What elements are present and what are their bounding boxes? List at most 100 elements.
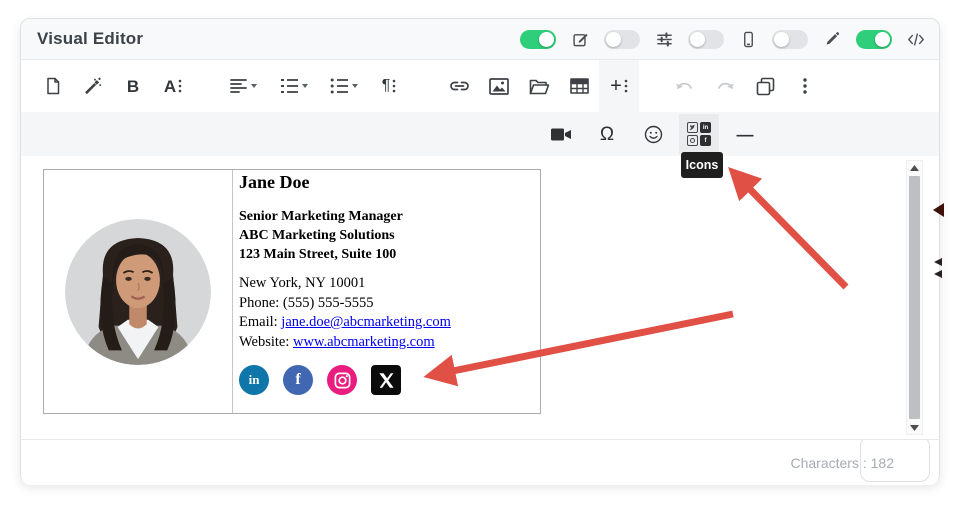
insert-video-button[interactable] (541, 114, 581, 154)
status-bar: Characters : 182 (21, 439, 939, 485)
new-document-icon (43, 76, 63, 96)
signature-phone: Phone: (555) 555-5555 (239, 294, 532, 314)
toggle-settings[interactable] (604, 30, 640, 49)
redo-icon (715, 79, 735, 93)
ordered-list-button[interactable] (269, 60, 319, 112)
instagram-icon[interactable] (327, 365, 357, 395)
chevron-down-icon (301, 83, 309, 89)
clipped-edge-marker (933, 203, 944, 217)
bold-button[interactable]: B (113, 60, 153, 112)
redo-button[interactable] (705, 60, 745, 112)
plus-icon: + (610, 76, 622, 96)
insert-link-button[interactable] (439, 60, 479, 112)
signature-role: Senior Marketing Manager (239, 207, 532, 226)
toggle-knob (539, 32, 554, 47)
ellipsis-dots-icon (178, 79, 182, 93)
font-icon: A (164, 78, 176, 95)
toggle-knob (774, 32, 789, 47)
toolbar-row-2: Ω in f (21, 112, 939, 156)
pencil-icon (823, 30, 841, 48)
ordered-list-icon (280, 78, 299, 94)
emoticons-button[interactable] (633, 114, 673, 154)
link-icon (449, 80, 470, 92)
chevron-down-icon (351, 83, 359, 89)
chevron-down-icon (250, 83, 258, 89)
folder-icon (529, 78, 550, 95)
signature-address: 123 Main Street, Suite 100 (239, 245, 532, 264)
page-title: Visual Editor (21, 29, 143, 49)
signature-contact-block: New York, NY 10001 Phone: (555) 555-5555… (239, 274, 532, 352)
toggle-knob (690, 32, 705, 47)
video-icon (550, 127, 572, 142)
image-icon (489, 78, 509, 95)
email-link[interactable]: jane.doe@abcmarketing.com (281, 314, 451, 330)
toggle-pencil[interactable] (772, 30, 808, 49)
copy-button[interactable] (745, 60, 785, 112)
website-link[interactable]: www.abcmarketing.com (293, 334, 435, 350)
align-button[interactable] (219, 60, 269, 112)
edit-square-icon (571, 30, 589, 48)
signature-company: ABC Marketing Solutions (239, 226, 532, 245)
scroll-up-button[interactable] (907, 161, 922, 174)
insert-table-button[interactable] (559, 60, 599, 112)
vertical-scrollbar[interactable] (906, 160, 923, 435)
toggle-mobile[interactable] (688, 30, 724, 49)
insert-image-button[interactable] (479, 60, 519, 112)
facebook-mini-icon: f (700, 135, 711, 146)
special-characters-button[interactable]: Ω (587, 114, 627, 154)
scrollbar-thumb[interactable] (909, 176, 920, 419)
font-options-button[interactable]: A (153, 60, 193, 112)
magic-wand-icon (83, 76, 103, 96)
unordered-list-button[interactable] (319, 60, 369, 112)
toggle-code[interactable] (856, 30, 892, 49)
linkedin-mini-icon: in (700, 122, 711, 133)
signature-social-row: in f (239, 365, 532, 395)
header: Visual Editor (21, 19, 939, 60)
scroll-up-icon (910, 165, 919, 171)
character-count: Characters : 182 (791, 455, 940, 471)
tooltip-label: Icons (686, 158, 719, 172)
social-icons-grid-icon: in f (687, 122, 711, 146)
smiley-icon (644, 125, 663, 144)
more-misc-button[interactable]: + (599, 60, 639, 112)
signature-role-block: Senior Marketing Manager ABC Marketing S… (239, 207, 532, 264)
clipped-edge-marker (934, 258, 942, 266)
horizontal-line-button[interactable]: — (725, 114, 765, 154)
align-left-icon (230, 78, 248, 94)
avatar (65, 219, 211, 365)
linkedin-icon[interactable]: in (239, 365, 269, 395)
facebook-icon[interactable]: f (283, 365, 313, 395)
ellipsis-dots-icon (392, 79, 396, 93)
code-icon (907, 30, 925, 48)
toggle-editor[interactable] (520, 30, 556, 49)
mobile-icon (739, 30, 757, 48)
toggle-knob (606, 32, 621, 47)
icons-button[interactable]: in f (679, 114, 719, 154)
magic-wand-button[interactable] (73, 60, 113, 112)
toolbar-row-1: B A ¶ (21, 60, 939, 112)
undo-button[interactable] (665, 60, 705, 112)
visual-editor-widget: Visual Editor (20, 18, 940, 484)
ellipsis-dots-icon (624, 79, 628, 93)
clipped-edge-marker (934, 270, 942, 278)
signature-table: Jane Doe Senior Marketing Manager ABC Ma… (43, 169, 541, 414)
toolbar-spacer (639, 60, 665, 112)
scroll-down-button[interactable] (907, 421, 922, 434)
website-label: Website: (239, 334, 293, 350)
unordered-list-icon (330, 78, 349, 94)
more-options-button[interactable] (785, 60, 825, 112)
instagram-mini-icon (687, 135, 698, 146)
page: Visual Editor (0, 0, 960, 514)
signature-city: New York, NY 10001 (239, 274, 532, 294)
table-icon (570, 78, 589, 94)
signature-text-cell: Jane Doe Senior Marketing Manager ABC Ma… (233, 170, 540, 413)
x-twitter-icon[interactable] (371, 365, 401, 395)
paragraph-options-button[interactable]: ¶ (369, 60, 409, 112)
editor-canvas[interactable]: Jane Doe Senior Marketing Manager ABC Ma… (21, 156, 939, 439)
twitter-mini-icon (687, 122, 698, 133)
open-file-button[interactable] (519, 60, 559, 112)
horizontal-line-icon: — (737, 126, 754, 143)
new-document-button[interactable] (33, 60, 73, 112)
paragraph-icon: ¶ (382, 78, 391, 94)
signature-photo-cell (44, 170, 233, 413)
